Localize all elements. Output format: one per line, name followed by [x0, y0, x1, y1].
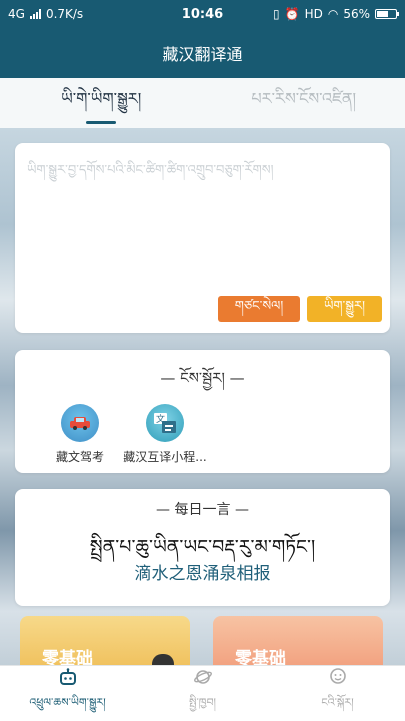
nav-profile[interactable]: ངའི་སྐོར།	[270, 666, 405, 721]
battery-percent: 56%	[343, 7, 370, 21]
app-title: 藏汉翻译通	[162, 41, 242, 65]
wifi-icon: ◠	[328, 7, 338, 21]
status-left: 4G 0.7K/s	[8, 7, 83, 21]
clear-button[interactable]: གཙང་སེལ།	[218, 296, 300, 322]
daily-quote-title: — 每日一言 —	[15, 499, 390, 519]
daily-quote-card: — 每日一言 — སྤྲིན་པ་ཆུ་ཡིན་ཡང་བརྡ་རུ་མ་གཏོང…	[15, 489, 390, 606]
app-name: 藏汉互译小程...	[120, 448, 210, 465]
app-title-bar: 藏汉翻译通	[0, 28, 405, 78]
nav-label: ངའི་སྐོར།	[321, 690, 353, 721]
hd-badge: HD	[305, 7, 323, 21]
vibrate-icon: ▯	[273, 7, 280, 21]
battery-icon	[375, 9, 397, 19]
status-bar: 4G 0.7K/s 10:46 ▯ ⏰ HD ◠ 56%	[0, 0, 405, 28]
nav-label: འཕྲུལ་ཆས་ཡིག་སྒྱུར།	[29, 690, 105, 721]
tab-bar: ཡི་གེ་ཡིག་སྒྱུར། པར་རིས་ངོས་འཛིན།	[0, 78, 405, 128]
alarm-icon: ⏰	[285, 7, 300, 21]
nav-machine-translate[interactable]: འཕྲུལ་ཆས་ཡིག་སྒྱུར།	[0, 666, 135, 721]
nav-label: སྤྱི་ཁྱབ།	[189, 690, 216, 721]
robot-icon	[57, 667, 79, 687]
more-apps-card: — ངོས་སྦྱོར། — 藏文驾考 文 藏汉互译小程...	[15, 350, 390, 473]
network-type: 4G	[8, 7, 25, 21]
tab-label: པར་རིས་ངོས་འཛིན།	[251, 81, 356, 126]
app-item-driving-exam[interactable]: 藏文驾考	[35, 404, 125, 465]
signal-icon	[30, 9, 41, 19]
more-apps-title: — ངོས་སྦྱོར། —	[15, 362, 390, 404]
status-right: ▯ ⏰ HD ◠ 56%	[273, 7, 397, 21]
tab-label: ཡི་གེ་ཡིག་སྒྱུར།	[61, 81, 141, 126]
user-icon	[327, 667, 349, 687]
translate-button[interactable]: ཡིག་སྒྱུར།	[307, 296, 382, 322]
daily-quote-chinese: 滴水之恩涌泉相报	[15, 559, 390, 584]
app-name: 藏文驾考	[35, 448, 125, 465]
car-exam-icon	[61, 404, 99, 442]
translate-input-card[interactable]: ཡིག་སྒྱུར་བྱ་དགོས་པའི་མིང་ཚིག་ཚིག་འགྲུབ་…	[15, 143, 390, 333]
tab-image-recognition[interactable]: པར་རིས་ངོས་འཛིན།	[203, 78, 405, 128]
network-speed: 0.7K/s	[46, 7, 83, 21]
translate-mini-icon: 文	[146, 404, 184, 442]
translate-input[interactable]: ཡིག་སྒྱུར་བྱ་དགོས་པའི་མིང་ཚིག་ཚིག་འགྲུབ་…	[27, 155, 378, 192]
tab-text-translate[interactable]: ཡི་གེ་ཡིག་སྒྱུར།	[0, 78, 203, 128]
nav-discover[interactable]: སྤྱི་ཁྱབ།	[135, 666, 270, 721]
bottom-nav: འཕྲུལ་ཆས་ཡིག་སྒྱུར། སྤྱི་ཁྱབ། ངའི་སྐོར།	[0, 665, 405, 721]
app-item-translate-mini[interactable]: 文 藏汉互译小程...	[120, 404, 210, 465]
planet-icon	[192, 667, 214, 687]
tab-active-indicator	[86, 121, 116, 124]
promo-card-2[interactable]: 零基础	[213, 616, 383, 668]
